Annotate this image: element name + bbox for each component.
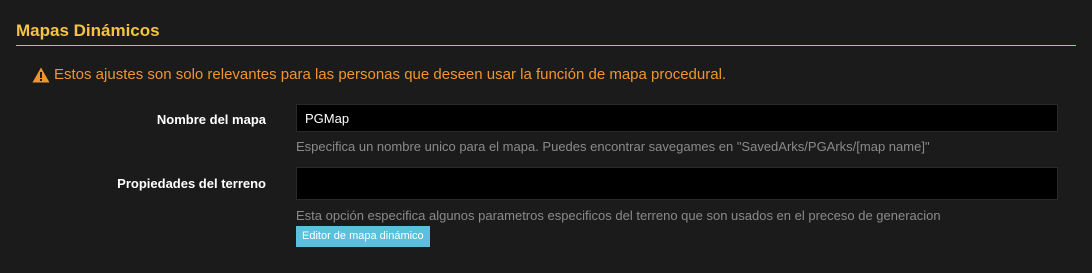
map-name-help: Especifica un nombre unico para el mapa.… bbox=[296, 139, 930, 154]
map-name-label: Nombre del mapa bbox=[156, 112, 266, 127]
terrain-properties-label: Propiedades del terreno bbox=[117, 176, 266, 191]
dynamic-map-editor-button[interactable]: Editor de mapa dinámico bbox=[296, 226, 430, 247]
dynamic-maps-panel: Mapas Dinámicos Estos ajustes son solo r… bbox=[0, 0, 1092, 273]
map-name-input[interactable] bbox=[296, 104, 1058, 132]
section-title: Mapas Dinámicos bbox=[16, 21, 160, 40]
warning-message: Estos ajustes son solo relevantes para l… bbox=[32, 66, 726, 83]
section-header: Mapas Dinámicos bbox=[16, 20, 1076, 46]
warning-text: Estos ajustes son solo relevantes para l… bbox=[54, 66, 727, 83]
terrain-properties-help: Esta opción especifica algunos parametro… bbox=[296, 208, 941, 223]
terrain-properties-input[interactable] bbox=[296, 167, 1058, 200]
warning-triangle-icon bbox=[32, 67, 50, 83]
